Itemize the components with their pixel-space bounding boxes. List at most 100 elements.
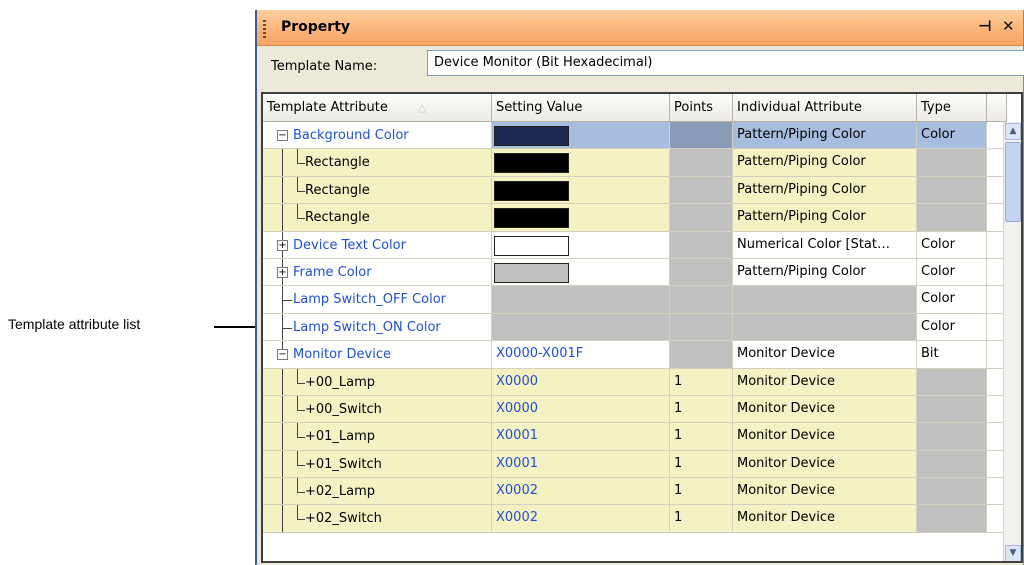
individual-attribute-cell[interactable]: Pattern/Piping Color bbox=[733, 122, 917, 149]
expand-icon[interactable]: + bbox=[277, 266, 288, 278]
setting-value-cell[interactable] bbox=[492, 176, 670, 204]
row-device-child[interactable]: +02_Switch X0002 1 Monitor Device bbox=[263, 505, 1007, 533]
attr-cell: Rectangle bbox=[263, 149, 492, 176]
close-icon[interactable]: ✕ bbox=[1002, 17, 1015, 35]
column-type[interactable]: Type bbox=[917, 94, 987, 122]
attr-label: Rectangle bbox=[305, 182, 370, 198]
points-cell bbox=[670, 258, 733, 286]
color-swatch[interactable] bbox=[494, 262, 569, 283]
type-cell bbox=[917, 505, 987, 532]
callout-leader-line bbox=[214, 326, 258, 328]
attr-label: +00_Switch bbox=[305, 401, 382, 417]
individual-attribute-cell[interactable]: Monitor Device bbox=[733, 450, 917, 478]
attr-cell: +00_Lamp bbox=[263, 368, 492, 395]
points-cell: 1 bbox=[670, 450, 733, 478]
scroll-down-icon[interactable]: ▼ bbox=[1005, 545, 1021, 561]
individual-attribute-cell[interactable]: Pattern/Piping Color bbox=[733, 204, 917, 231]
individual-attribute-cell[interactable]: Monitor Device bbox=[733, 341, 917, 368]
vertical-scrollbar[interactable]: ▲ ▼ bbox=[1003, 122, 1021, 561]
points-cell bbox=[670, 313, 733, 341]
color-swatch[interactable] bbox=[494, 153, 569, 174]
type-cell bbox=[917, 423, 987, 450]
points-cell bbox=[670, 149, 733, 176]
individual-attribute-cell[interactable]: Monitor Device bbox=[733, 505, 917, 532]
panel-title-bar[interactable]: Property ⊣ ✕ bbox=[257, 10, 1023, 46]
row-background-color[interactable]: − Background Color Pattern/Piping Color … bbox=[263, 122, 1007, 150]
individual-attribute-cell bbox=[733, 313, 917, 341]
row-device-text-color[interactable]: + Device Text Color Numerical Color [Sta… bbox=[263, 231, 1007, 259]
attr-label: Rectangle bbox=[305, 155, 370, 171]
setting-value-cell[interactable]: X0000 bbox=[492, 395, 670, 423]
row-rectangle[interactable]: Rectangle Pattern/Piping Color bbox=[263, 149, 1007, 177]
row-lamp-switch-off-color[interactable]: Lamp Switch_OFF Color Color bbox=[263, 286, 1007, 314]
setting-value-cell[interactable]: X0001 bbox=[492, 450, 670, 478]
drag-grip-icon[interactable] bbox=[263, 20, 266, 38]
color-swatch[interactable] bbox=[494, 235, 569, 256]
setting-value-cell[interactable] bbox=[492, 258, 670, 286]
individual-attribute-cell[interactable]: Monitor Device bbox=[733, 395, 917, 423]
individual-attribute-cell[interactable]: Pattern/Piping Color bbox=[733, 149, 917, 176]
scrollbar-thumb[interactable] bbox=[1005, 142, 1021, 222]
template-attribute-list[interactable]: Template Attribute △ Setting Value Points… bbox=[261, 92, 1023, 563]
scroll-up-icon[interactable]: ▲ bbox=[1005, 123, 1021, 140]
template-name-field[interactable]: Device Monitor (Bit Hexadecimal) bbox=[427, 50, 1024, 76]
collapse-icon[interactable]: − bbox=[277, 130, 288, 141]
row-rectangle[interactable]: Rectangle Pattern/Piping Color bbox=[263, 204, 1007, 232]
setting-value-cell[interactable]: X0000-X001F bbox=[492, 341, 670, 368]
attr-cell: Rectangle bbox=[263, 176, 492, 204]
row-monitor-device[interactable]: − Monitor Device X0000-X001F Monitor Dev… bbox=[263, 341, 1007, 369]
points-cell: 1 bbox=[670, 478, 733, 505]
setting-value-cell[interactable]: X0001 bbox=[492, 423, 670, 450]
setting-value-cell[interactable] bbox=[492, 286, 670, 313]
type-cell bbox=[917, 478, 987, 505]
attr-cell: − Background Color bbox=[263, 122, 492, 149]
column-template-attribute[interactable]: Template Attribute △ bbox=[263, 94, 492, 122]
attr-cell: +00_Switch bbox=[263, 395, 492, 423]
type-cell: Color bbox=[917, 231, 987, 258]
attr-cell: + Device Text Color bbox=[263, 231, 492, 258]
column-individual-attribute[interactable]: Individual Attribute bbox=[733, 94, 917, 122]
individual-attribute-cell[interactable]: Pattern/Piping Color bbox=[733, 258, 917, 286]
individual-attribute-cell[interactable]: Monitor Device bbox=[733, 478, 917, 505]
attr-label: Device Text Color bbox=[293, 237, 406, 253]
type-cell bbox=[917, 176, 987, 204]
row-frame-color[interactable]: + Frame Color Pattern/Piping Color Color bbox=[263, 258, 1007, 287]
row-rectangle[interactable]: Rectangle Pattern/Piping Color bbox=[263, 176, 1007, 205]
points-cell bbox=[670, 286, 733, 313]
type-cell bbox=[917, 204, 987, 231]
setting-value-cell[interactable]: X0000 bbox=[492, 368, 670, 395]
setting-value-cell[interactable] bbox=[492, 231, 670, 258]
color-swatch[interactable] bbox=[494, 126, 569, 146]
expand-icon[interactable]: + bbox=[277, 239, 288, 251]
setting-value-cell[interactable] bbox=[492, 122, 670, 149]
attr-cell: Lamp Switch_ON Color bbox=[263, 313, 492, 341]
row-lamp-switch-on-color[interactable]: Lamp Switch_ON Color Color bbox=[263, 313, 1007, 342]
setting-value-cell[interactable]: X0002 bbox=[492, 505, 670, 532]
row-device-child[interactable]: +00_Switch X0000 1 Monitor Device bbox=[263, 395, 1007, 424]
individual-attribute-cell[interactable]: Pattern/Piping Color bbox=[733, 176, 917, 204]
setting-value-cell[interactable] bbox=[492, 204, 670, 231]
points-cell bbox=[670, 176, 733, 204]
individual-attribute-cell[interactable]: Monitor Device bbox=[733, 423, 917, 450]
row-device-child[interactable]: +00_Lamp X0000 1 Monitor Device bbox=[263, 368, 1007, 396]
collapse-icon[interactable]: − bbox=[277, 349, 288, 361]
row-device-child[interactable]: +01_Lamp X0001 1 Monitor Device bbox=[263, 423, 1007, 451]
setting-value-cell[interactable]: X0002 bbox=[492, 478, 670, 505]
setting-value-cell[interactable] bbox=[492, 313, 670, 341]
attr-label: Lamp Switch_OFF Color bbox=[293, 292, 446, 308]
points-cell bbox=[670, 231, 733, 258]
individual-attribute-cell[interactable]: Monitor Device bbox=[733, 368, 917, 395]
row-device-child[interactable]: +02_Lamp X0002 1 Monitor Device bbox=[263, 478, 1007, 506]
individual-attribute-cell[interactable]: Numerical Color [Stat… bbox=[733, 231, 917, 258]
row-device-child[interactable]: +01_Switch X0001 1 Monitor Device bbox=[263, 450, 1007, 479]
attr-cell: +01_Lamp bbox=[263, 423, 492, 450]
pin-icon[interactable]: ⊣ bbox=[978, 17, 992, 35]
column-points[interactable]: Points bbox=[670, 94, 733, 122]
grid-header: Template Attribute △ Setting Value Points… bbox=[263, 94, 1021, 122]
type-cell bbox=[917, 368, 987, 395]
color-swatch[interactable] bbox=[494, 180, 569, 201]
color-swatch[interactable] bbox=[494, 208, 569, 229]
attr-cell: +02_Switch bbox=[263, 505, 492, 532]
setting-value-cell[interactable] bbox=[492, 149, 670, 176]
column-setting-value[interactable]: Setting Value bbox=[492, 94, 670, 122]
